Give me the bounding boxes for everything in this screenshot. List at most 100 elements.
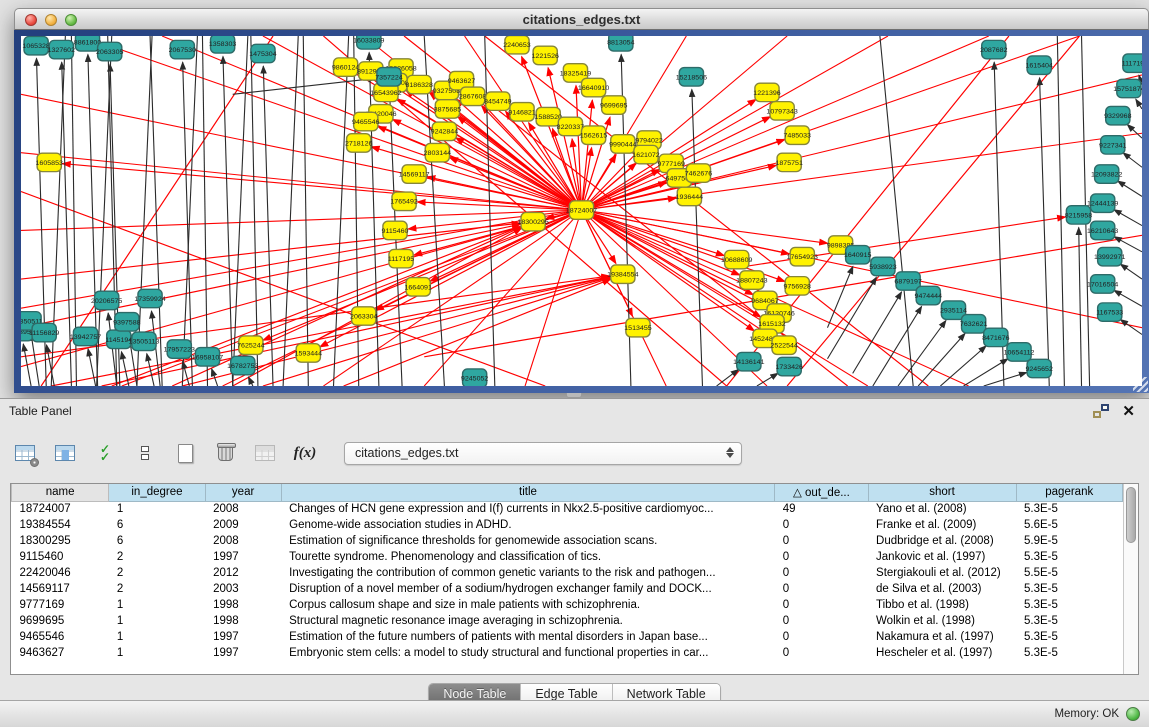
graph-node[interactable]: 1615404 — [1025, 56, 1053, 74]
graph-node[interactable]: 1605853 — [36, 153, 64, 171]
graph-node[interactable]: 16782753 — [227, 356, 259, 374]
graph-node[interactable]: 16210643 — [1087, 221, 1119, 239]
window-resize-grip[interactable] — [1133, 377, 1148, 392]
row-height-icon[interactable] — [130, 438, 160, 468]
graph-node[interactable]: 13992971 — [1094, 247, 1126, 265]
graph-node[interactable]: 18807243 — [736, 271, 768, 289]
table-row[interactable]: 1938455462009Genome-wide association stu… — [12, 517, 1123, 533]
graph-node[interactable]: 8813054 — [607, 36, 635, 51]
float-panel-icon[interactable] — [1093, 404, 1109, 418]
table-selector-dropdown[interactable]: citations_edges.txt — [344, 442, 742, 465]
graph-node[interactable]: 9860124 — [332, 58, 360, 76]
graph-node[interactable]: 1765492 — [390, 192, 418, 210]
column-header-year[interactable]: year — [205, 484, 281, 501]
graph-node[interactable]: 9245652 — [1025, 359, 1053, 377]
graph-node[interactable]: 1513455 — [624, 318, 652, 336]
graph-node[interactable]: 1875751 — [775, 153, 803, 171]
graph-node[interactable]: 2063304 — [350, 307, 378, 325]
graph-node[interactable]: 17359924 — [134, 289, 166, 307]
graph-node[interactable]: 13942757 — [70, 327, 102, 345]
graph-node[interactable]: 1327602 — [48, 40, 76, 58]
graph-node[interactable]: 10688609 — [721, 250, 753, 268]
graph-node[interactable]: 7462676 — [685, 164, 713, 182]
graph-node[interactable]: 1358303 — [209, 36, 237, 53]
show-columns-icon[interactable] — [50, 438, 80, 468]
graph-node[interactable]: 1065328 — [22, 36, 50, 54]
column-header-out_de[interactable]: △ out_de... — [775, 484, 868, 501]
graph-node[interactable]: 13505113 — [129, 332, 160, 350]
graph-node[interactable]: 8186328 — [405, 75, 433, 93]
table-row[interactable]: 2242004622012Investigating the contribut… — [12, 565, 1123, 581]
graph-node[interactable]: 12444139 — [1087, 194, 1119, 212]
select-all-rows-icon[interactable]: ✓✓ — [90, 438, 120, 468]
table-settings-icon[interactable] — [10, 438, 40, 468]
graph-node[interactable]: 1621072 — [632, 145, 660, 163]
graph-node[interactable]: 8471676 — [982, 328, 1010, 346]
graph-node[interactable]: 17016504 — [1087, 275, 1119, 293]
graph-node[interactable]: 1733426 — [775, 357, 803, 375]
function-builder-icon[interactable]: f(x) — [290, 438, 320, 468]
column-header-short[interactable]: short — [868, 484, 1016, 501]
graph-node[interactable]: 2087682 — [980, 40, 1008, 58]
graph-node[interactable]: 15751874 — [1113, 79, 1142, 97]
graph-node[interactable]: 9245052 — [461, 369, 489, 386]
graph-node[interactable]: 9115460 — [382, 221, 409, 239]
graph-node[interactable]: 18724007 — [566, 201, 598, 219]
graph-node[interactable]: 1117195 — [388, 249, 415, 267]
graph-node[interactable]: 16033809 — [353, 36, 385, 49]
graph-node[interactable]: 9329968 — [1104, 106, 1132, 124]
graph-node[interactable]: 14136141 — [733, 352, 765, 370]
graph-node[interactable]: 2240653 — [503, 36, 531, 54]
table-row[interactable]: 1872400712008Changes of HCN gene express… — [12, 501, 1123, 517]
graph-node[interactable]: 1640915 — [844, 246, 872, 264]
memory-status-indicator[interactable] — [1126, 707, 1140, 721]
table-row[interactable]: 977716911998Corpus callosum shape and si… — [12, 597, 1123, 613]
graph-node[interactable]: 1475304 — [249, 44, 277, 62]
graph-node[interactable]: 10797343 — [766, 102, 798, 120]
graph-node[interactable]: 7357224 — [375, 68, 403, 86]
graph-node[interactable]: 16640910 — [578, 78, 610, 96]
graph-node[interactable]: 2067530 — [169, 40, 197, 58]
column-header-name[interactable]: name — [12, 484, 109, 501]
graph-node[interactable]: 1117193 — [1122, 54, 1142, 72]
graph-node[interactable]: 2718126 — [345, 134, 373, 152]
graph-node[interactable]: 5938923 — [869, 257, 897, 275]
network-canvas[interactable]: 9860124891295412226058982750816543962818… — [21, 36, 1142, 386]
graph-node[interactable]: 9242844 — [431, 122, 459, 140]
window-title-bar[interactable]: citations_edges.txt — [14, 8, 1149, 30]
graph-node[interactable]: 9474444 — [915, 286, 943, 304]
graph-node[interactable]: 7485033 — [784, 126, 812, 144]
graph-node[interactable]: 20206575 — [91, 291, 123, 309]
table-vertical-scrollbar[interactable] — [1123, 484, 1138, 674]
table-row[interactable]: 1456911722003Disruption of a novel membe… — [12, 581, 1123, 597]
column-header-pagerank[interactable]: pagerank — [1016, 484, 1122, 501]
graph-node[interactable]: 1221396 — [753, 83, 781, 101]
graph-node[interactable]: 8454749 — [484, 92, 512, 110]
graph-node[interactable]: 1167533 — [1096, 303, 1123, 321]
graph-node[interactable]: 9146821 — [508, 103, 536, 121]
graph-node[interactable]: 14569117 — [399, 165, 430, 183]
graph-node[interactable]: 18300295 — [517, 212, 549, 230]
graph-node[interactable]: 17654923 — [787, 247, 819, 265]
graph-node[interactable]: 15218506 — [676, 68, 708, 86]
graph-node[interactable]: 9227341 — [1099, 136, 1127, 154]
graph-node[interactable]: 3875685 — [434, 100, 462, 118]
close-panel-icon[interactable]: ✕ — [1122, 402, 1135, 420]
graph-node[interactable]: 9756928 — [784, 277, 812, 295]
graph-node[interactable]: 2063305 — [96, 42, 124, 60]
new-table-icon[interactable] — [170, 438, 200, 468]
graph-node[interactable]: 11156829 — [29, 323, 59, 341]
graph-node[interactable]: 10654112 — [1004, 343, 1035, 361]
graph-node[interactable]: 16958107 — [192, 348, 224, 366]
graph-node[interactable]: 12093822 — [1091, 165, 1123, 183]
table-row[interactable]: 946554611997Estimation of the future num… — [12, 629, 1123, 645]
graph-node[interactable]: 2803144 — [424, 143, 452, 161]
graph-node[interactable]: 2867608 — [459, 87, 487, 105]
table-row[interactable]: 969969511998Structural magnetic resonanc… — [12, 613, 1123, 629]
graph-node[interactable]: 2522544 — [770, 336, 798, 354]
graph-node[interactable]: 7632621 — [960, 315, 988, 333]
graph-node[interactable]: 9465546 — [352, 112, 380, 130]
scrollbar-thumb[interactable] — [1126, 487, 1136, 543]
graph-node[interactable]: 1593444 — [295, 344, 323, 362]
table-row[interactable]: 946362711997Embryonic stem cells: a mode… — [12, 645, 1123, 661]
